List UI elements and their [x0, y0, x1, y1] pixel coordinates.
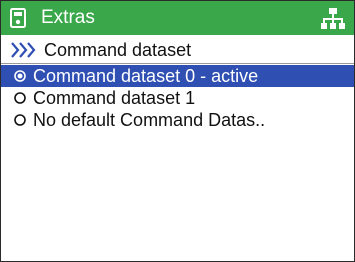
radio-selected-icon — [14, 70, 26, 82]
title-bar: Extras — [1, 1, 354, 35]
device-icon — [10, 8, 26, 28]
triple-chevron-right-icon — [11, 42, 36, 58]
radio-unselected-icon — [14, 114, 26, 126]
breadcrumb[interactable]: Command dataset — [1, 37, 354, 64]
breadcrumb-label: Command dataset — [44, 40, 192, 60]
display-screen: Extras Command dataset Command dataset 0… — [0, 0, 355, 262]
network-icon — [321, 8, 345, 29]
list-item-no-default[interactable]: No default Command Datas.. — [1, 109, 354, 131]
list-item-label: No default Command Datas.. — [33, 110, 266, 130]
dataset-list: Command dataset 0 - active Command datas… — [1, 65, 354, 131]
screen-title: Extras — [41, 7, 95, 28]
radio-unselected-icon — [14, 92, 26, 104]
list-item-label: Command dataset 0 - active — [33, 66, 259, 86]
list-item-label: Command dataset 1 — [33, 88, 196, 108]
list-item-dataset-1[interactable]: Command dataset 1 — [1, 87, 354, 109]
list-item-dataset-0[interactable]: Command dataset 0 - active — [1, 65, 354, 87]
